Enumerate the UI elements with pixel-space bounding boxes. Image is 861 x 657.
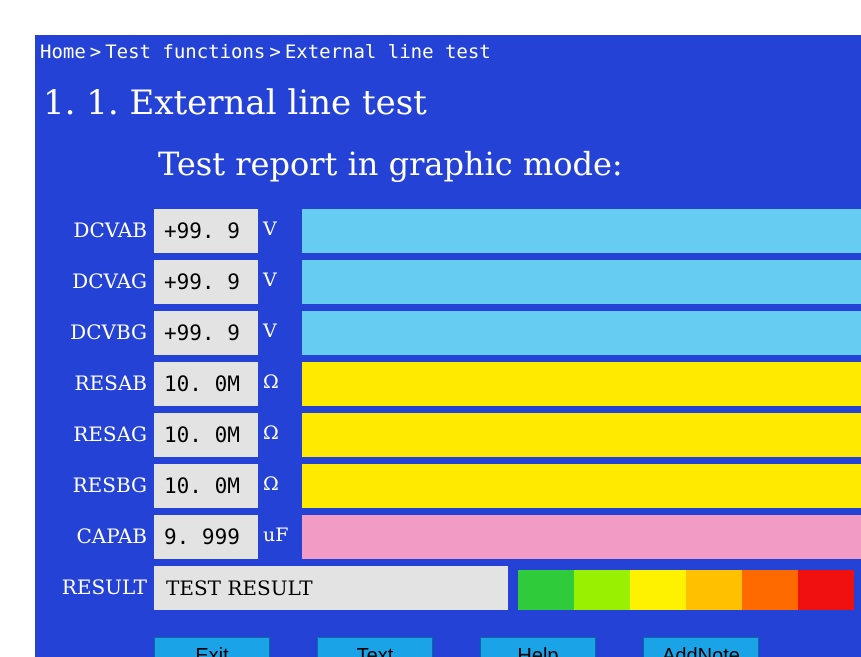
- measurement-row-dcvag: DCVAG +99. 9 V: [35, 260, 861, 304]
- measurement-label: RESAG: [73, 422, 147, 446]
- scale-swatch-yellow: [630, 570, 686, 610]
- measurement-unit: uF: [263, 524, 289, 546]
- breadcrumb-external-line-test: External line test: [284, 41, 491, 63]
- breadcrumb-separator: >: [269, 41, 281, 63]
- measurement-unit: V: [263, 218, 277, 240]
- measurement-label: RESBG: [72, 473, 147, 497]
- result-color-scale: [518, 570, 854, 610]
- measurement-row-resab: RESAB 10. 0M Ω: [35, 362, 861, 406]
- help-button[interactable]: Help: [480, 637, 596, 657]
- breadcrumb-separator: >: [89, 41, 102, 63]
- result-row: RESULT TEST RESULT: [35, 566, 861, 610]
- measurement-bar: [302, 260, 861, 304]
- measurement-bar: [302, 413, 861, 457]
- measurement-bar: [302, 464, 861, 508]
- breadcrumb-test-functions[interactable]: Test functions: [105, 41, 265, 63]
- result-value: TEST RESULT: [154, 566, 508, 610]
- scale-swatch-amber: [686, 570, 742, 610]
- measurement-bar: [302, 515, 861, 559]
- measurement-bar: [302, 311, 861, 355]
- test-panel: Home > Test functions > External line test 1…: [35, 35, 861, 657]
- scale-swatch-orange: [742, 570, 798, 610]
- add-note-button[interactable]: AddNote: [643, 637, 759, 657]
- measurement-bar: [302, 209, 861, 253]
- measurement-value: 10. 0M: [154, 413, 258, 457]
- measurement-label: CAPAB: [76, 524, 147, 548]
- measurement-unit: Ω: [263, 473, 279, 495]
- measurement-value: 9. 999: [154, 515, 258, 559]
- measurement-value: +99. 9: [154, 260, 258, 304]
- measurement-row-resag: RESAG 10. 0M Ω: [35, 413, 861, 457]
- measurement-value: +99. 9: [154, 311, 258, 355]
- measurement-value: 10. 0M: [154, 464, 258, 508]
- exit-button[interactable]: Exit: [154, 637, 270, 657]
- measurement-bar: [302, 362, 861, 406]
- result-label: RESULT: [61, 575, 147, 599]
- measurement-row-dcvbg: DCVBG +99. 9 V: [35, 311, 861, 355]
- breadcrumb-home[interactable]: Home: [40, 41, 86, 63]
- measurement-label: DCVBG: [70, 320, 147, 344]
- scale-swatch-lime: [574, 570, 630, 610]
- measurement-unit: V: [263, 320, 277, 342]
- measurement-unit: Ω: [263, 371, 279, 393]
- measurement-value: 10. 0M: [154, 362, 258, 406]
- measurement-unit: Ω: [263, 422, 279, 444]
- breadcrumb: Home > Test functions > External line test: [40, 41, 491, 65]
- measurement-unit: V: [263, 269, 277, 291]
- measurement-label: DCVAB: [73, 218, 147, 242]
- page-title: 1. 1. External line test: [43, 83, 427, 123]
- report-subtitle: Test report in graphic mode:: [158, 145, 623, 183]
- text-button[interactable]: Text: [317, 637, 433, 657]
- measurement-label: RESAB: [74, 371, 148, 395]
- scale-swatch-red: [798, 570, 854, 610]
- measurement-row-capab: CAPAB 9. 999 uF: [35, 515, 861, 559]
- measurement-row-dcvab: DCVAB +99. 9 V: [35, 209, 861, 253]
- measurement-label: DCVAG: [72, 269, 147, 293]
- measurement-value: +99. 9: [154, 209, 258, 253]
- measurement-row-resbg: RESBG 10. 0M Ω: [35, 464, 861, 508]
- scale-swatch-green: [518, 570, 574, 610]
